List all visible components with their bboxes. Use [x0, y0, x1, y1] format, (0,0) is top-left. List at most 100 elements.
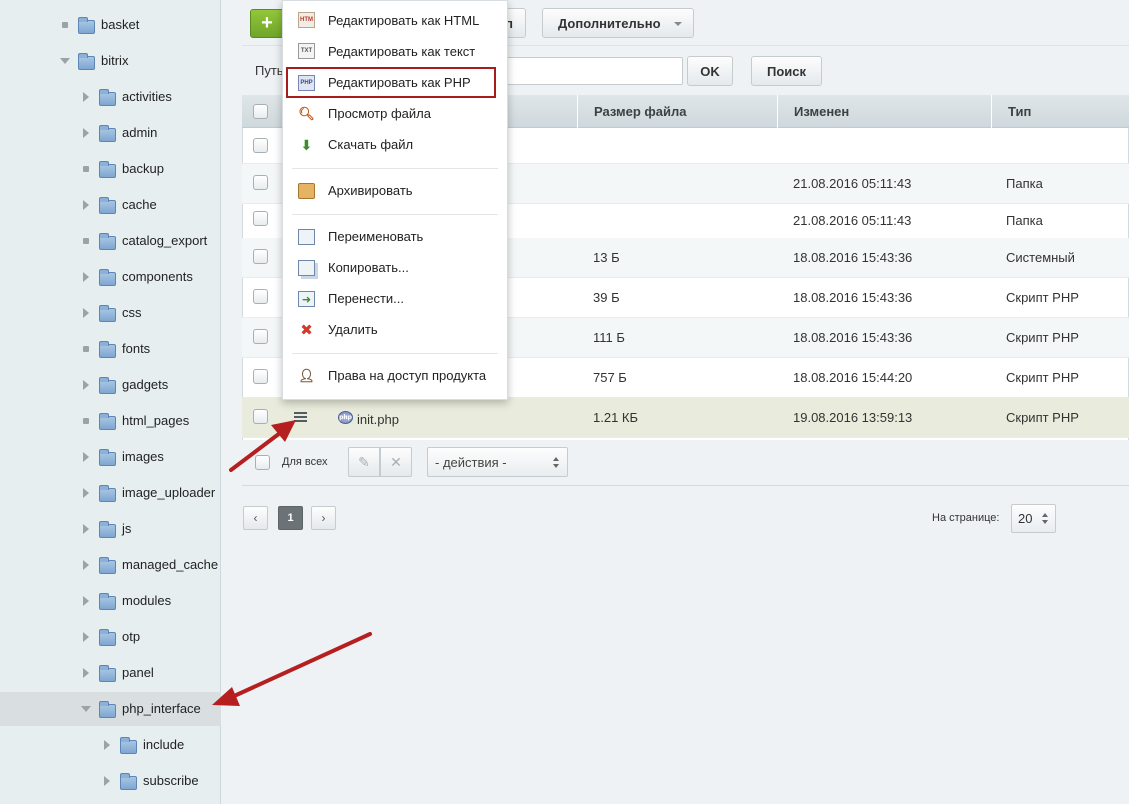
per-page-select[interactable]: 20 — [1011, 504, 1056, 533]
row-checkbox[interactable] — [253, 249, 268, 264]
close-icon[interactable]: ✕ — [380, 447, 412, 477]
path-label: Путь — [255, 63, 284, 78]
prev-page-button[interactable]: ‹ — [243, 506, 268, 530]
column-size[interactable]: Размер файла — [577, 95, 778, 128]
tree-item-js[interactable]: js — [0, 512, 221, 546]
row-checkbox[interactable] — [253, 211, 268, 226]
tree-item-backup[interactable]: backup — [0, 152, 221, 186]
expand-icon[interactable] — [81, 524, 91, 534]
tree-item-php-interface[interactable]: php_interface — [0, 692, 221, 726]
folder-icon — [99, 449, 116, 466]
expand-icon[interactable] — [81, 92, 91, 102]
select-all-checkbox[interactable] — [253, 104, 268, 119]
cell-modified: 21.08.2016 05:11:43 — [793, 176, 912, 191]
ok-button[interactable]: OK — [687, 56, 733, 86]
expand-icon[interactable] — [102, 740, 112, 750]
path-input[interactable] — [506, 57, 683, 85]
menu-separator — [292, 353, 498, 354]
tree-item-catalog-export[interactable]: catalog_export — [0, 224, 221, 258]
cell-modified: 19.08.2016 13:59:13 — [793, 410, 913, 425]
cell-type: Папка — [1006, 213, 1043, 228]
tree-item-css[interactable]: css — [0, 296, 221, 330]
column-type[interactable]: Тип — [991, 95, 1129, 128]
updown-icon — [553, 457, 559, 468]
collapse-icon[interactable] — [81, 704, 91, 714]
row-checkbox[interactable] — [253, 138, 268, 153]
cell-modified: 18.08.2016 15:44:20 — [793, 370, 913, 385]
tree-item-admin[interactable]: admin — [0, 116, 221, 150]
actions-select[interactable]: - действия - — [427, 447, 568, 477]
per-page-value: 20 — [1018, 511, 1033, 526]
expand-icon[interactable] — [81, 560, 91, 570]
for-all-checkbox[interactable] — [255, 455, 270, 470]
add-button[interactable]: + — [250, 9, 284, 38]
tree-item-images[interactable]: images — [0, 440, 221, 474]
expand-icon[interactable] — [81, 380, 91, 390]
expand-icon[interactable] — [81, 272, 91, 282]
expand-icon[interactable] — [102, 776, 112, 786]
tree-label: image_uploader — [122, 485, 216, 500]
tree-item-bitrix[interactable]: bitrix — [0, 44, 221, 78]
menu-item-delete[interactable] — [288, 315, 502, 343]
row-checkbox[interactable] — [253, 289, 268, 304]
folder-icon — [99, 161, 116, 178]
per-page-label: На странице: — [932, 512, 1000, 524]
row-checkbox[interactable] — [253, 175, 268, 190]
folder-icon — [99, 557, 116, 574]
tree-item-image-uploader[interactable]: image_uploader — [0, 476, 221, 510]
tree-item-components[interactable]: components — [0, 260, 221, 294]
next-page-button[interactable]: › — [311, 506, 336, 530]
tree-label: managed_cache — [122, 557, 219, 572]
expand-icon[interactable] — [81, 632, 91, 642]
cell-type: Папка — [1006, 176, 1043, 191]
tree-item-basket[interactable]: basket — [0, 8, 221, 42]
for-all-label: Для всех — [282, 456, 328, 468]
tree-label: bitrix — [101, 53, 129, 68]
column-modified[interactable]: Изменен — [777, 95, 991, 128]
tree-item-modules[interactable]: modules — [0, 584, 221, 618]
cell-size: 39 Б — [593, 290, 620, 305]
expand-icon[interactable] — [81, 200, 91, 210]
tree-item-otp[interactable]: otp — [0, 620, 221, 654]
folder-icon — [99, 233, 116, 250]
tree-label: backup — [122, 161, 164, 176]
row-checkbox[interactable] — [253, 369, 268, 384]
row-menu-icon[interactable] — [294, 412, 307, 422]
menu-item-label: Редактировать как текст — [328, 44, 476, 59]
row-checkbox[interactable] — [253, 329, 268, 344]
archive-icon — [298, 183, 315, 199]
cell-type: Системный — [1006, 250, 1075, 265]
tree-item-include[interactable]: include — [0, 728, 221, 762]
expand-icon[interactable] — [81, 452, 91, 462]
download-icon: ⬇ — [300, 136, 313, 153]
tree-label: admin — [122, 125, 158, 140]
tree-item-html-pages[interactable]: html_pages — [0, 404, 221, 438]
tree-item-managed-cache[interactable]: managed_cache — [0, 548, 221, 582]
tree-item-panel[interactable]: panel — [0, 656, 221, 690]
tree-item-fonts[interactable]: fonts — [0, 332, 221, 366]
tree-item-activities[interactable]: activities — [0, 80, 221, 114]
tree-item-cache[interactable]: cache — [0, 188, 221, 222]
expand-icon[interactable] — [81, 128, 91, 138]
cell-name[interactable]: init.php — [357, 412, 399, 427]
folder-icon — [78, 17, 95, 34]
more-button[interactable]: Дополнительно — [542, 8, 694, 38]
expand-icon[interactable] — [81, 668, 91, 678]
cell-type: Скрипт PHP — [1006, 290, 1079, 305]
expand-icon[interactable] — [81, 488, 91, 498]
expand-icon[interactable] — [81, 308, 91, 318]
collapse-icon[interactable] — [60, 56, 70, 66]
tree-label: include — [143, 737, 185, 752]
search-button[interactable]: Поиск — [751, 56, 822, 86]
page-1-button[interactable]: 1 — [278, 506, 303, 530]
menu-separator — [292, 168, 498, 169]
edit-php-icon: PHP — [298, 75, 315, 91]
expand-icon[interactable] — [81, 596, 91, 606]
tree-label: js — [122, 521, 132, 536]
actions-select-value: - действия - — [435, 454, 507, 470]
row-checkbox[interactable] — [253, 409, 268, 424]
tree-item-gadgets[interactable]: gadgets — [0, 368, 221, 402]
pencil-icon[interactable]: ✎ — [348, 447, 380, 477]
tree-item-subscribe[interactable]: subscribe — [0, 764, 221, 798]
move-icon: ➜ — [298, 291, 315, 307]
